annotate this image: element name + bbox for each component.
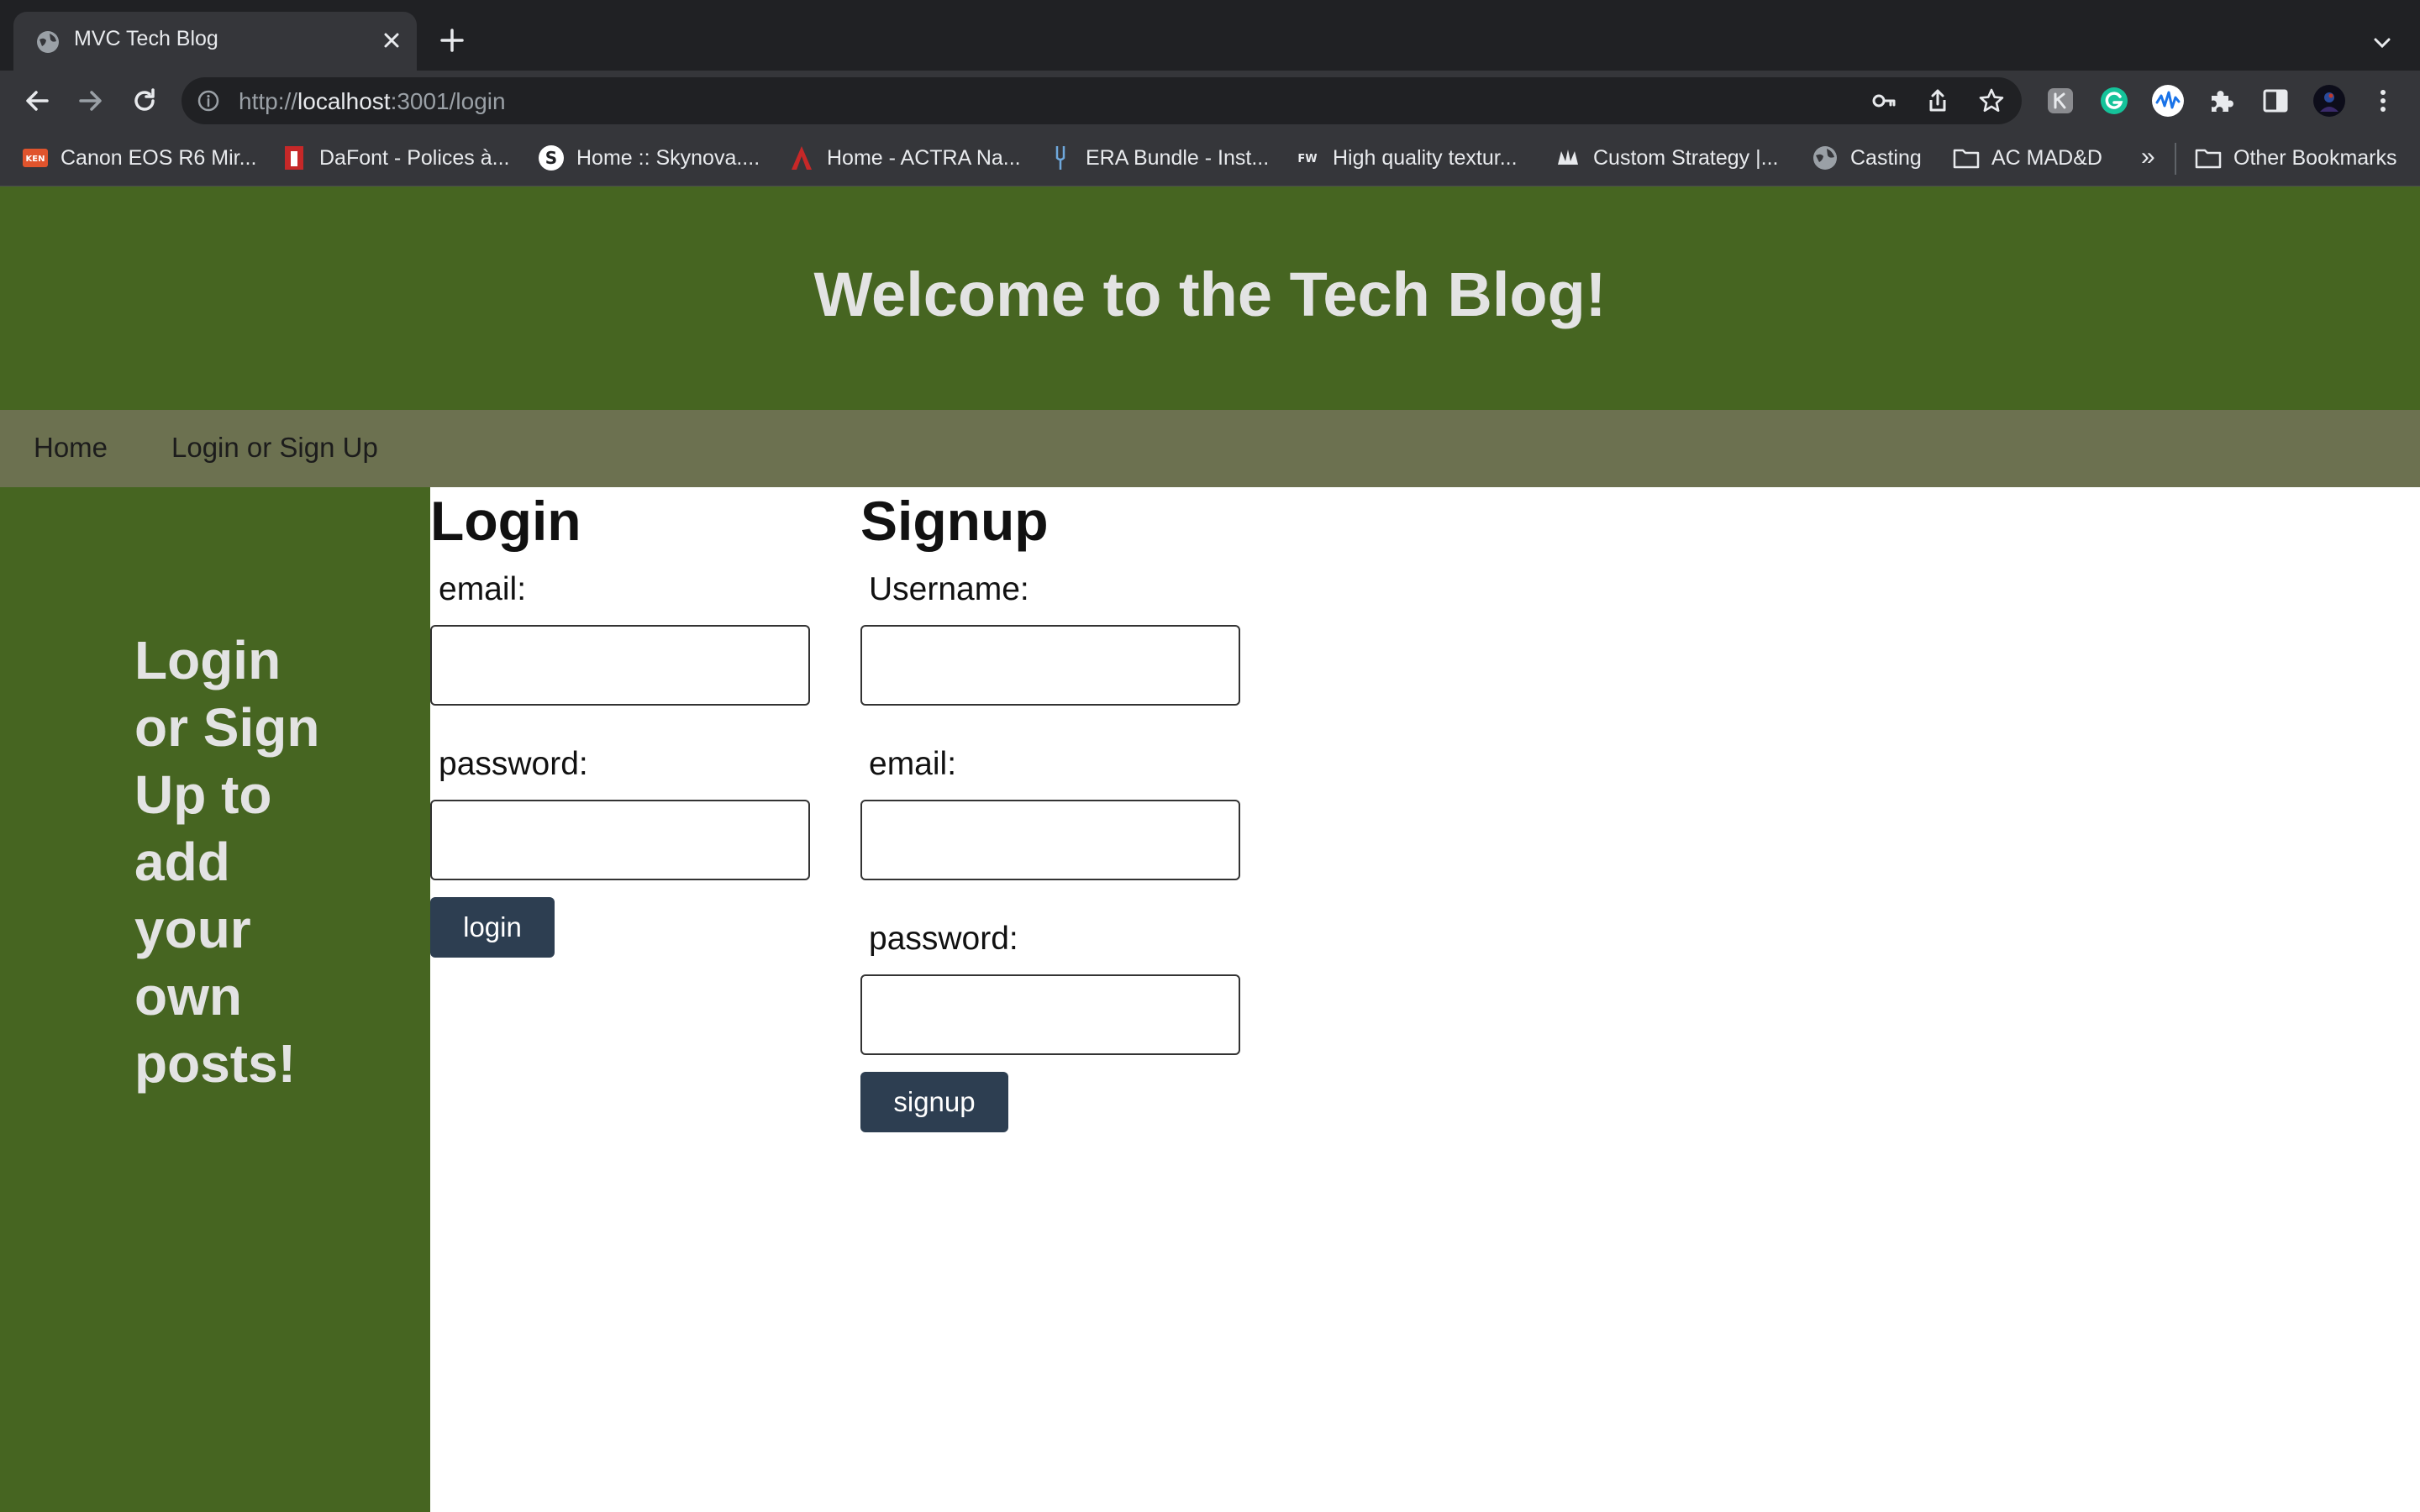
- svg-text:KEN: KEN: [26, 155, 45, 164]
- skynova-favicon: S: [539, 145, 564, 171]
- tab-title: MVC Tech Blog: [74, 27, 218, 50]
- bookmark-item[interactable]: S Home :: Skynova....: [538, 143, 760, 173]
- signup-email-label: email:: [869, 746, 957, 782]
- signup-password-input[interactable]: [860, 974, 1240, 1055]
- bookmark-label: DaFont - Polices à...: [319, 145, 510, 170]
- url-path: :3001/login: [390, 88, 506, 114]
- chevron-down-icon[interactable]: [2368, 29, 2396, 57]
- nav-link-login-signup[interactable]: Login or Sign Up: [171, 432, 378, 464]
- bookmark-label: Custom Strategy |...: [1593, 145, 1779, 170]
- login-button[interactable]: login: [430, 897, 555, 958]
- bookmark-item[interactable]: DaFont - Polices à...: [281, 143, 509, 173]
- bookmark-item[interactable]: FW High quality textur...: [1294, 143, 1518, 173]
- bookmarks-divider: [2175, 143, 2176, 175]
- signup-password-label: password:: [869, 921, 1018, 957]
- bookmark-item[interactable]: Casting: [1812, 143, 1922, 173]
- sidebar: Login or Sign Up to add your own posts!: [0, 487, 430, 1512]
- ken-favicon: KEN: [23, 149, 48, 167]
- side-panel-icon[interactable]: [2259, 84, 2292, 118]
- share-icon[interactable]: [1924, 87, 1951, 114]
- profile-avatar[interactable]: [2312, 84, 2346, 118]
- keyboard-extension-icon[interactable]: [2044, 84, 2077, 118]
- bookmark-item[interactable]: Custom Strategy |...: [1555, 143, 1778, 173]
- url-text[interactable]: http://localhost:3001/login: [239, 88, 506, 115]
- bookmark-item[interactable]: Home - ACTRA Na...: [788, 143, 1021, 173]
- dafont-favicon: [285, 146, 303, 170]
- bookmark-folder[interactable]: AC MAD&D: [1953, 143, 2102, 173]
- nav-link-home[interactable]: Home: [34, 432, 108, 464]
- signup-username-label: Username:: [869, 571, 1029, 607]
- bookmark-label: Home - ACTRA Na...: [827, 145, 1021, 170]
- svg-text:S: S: [545, 148, 557, 168]
- bookmark-label: High quality textur...: [1333, 145, 1518, 170]
- globe-icon: [37, 31, 59, 53]
- site-nav: Home Login or Sign Up: [0, 410, 2420, 487]
- bookmark-label: Casting: [1850, 145, 1922, 170]
- bookmark-label: ERA Bundle - Inst...: [1086, 145, 1270, 170]
- login-password-label: password:: [439, 746, 588, 782]
- forward-arrow-icon[interactable]: [74, 84, 108, 118]
- actra-favicon: [792, 146, 812, 170]
- svg-text:FW: FW: [1297, 153, 1317, 165]
- tuning-fork-favicon: [1055, 146, 1065, 170]
- fw-favicon: FW: [1297, 153, 1317, 165]
- back-arrow-icon[interactable]: [20, 84, 54, 118]
- address-bar[interactable]: http://localhost:3001/login: [182, 77, 2022, 124]
- audio-wave-extension-icon[interactable]: [2151, 84, 2185, 118]
- star-icon[interactable]: [1978, 87, 2005, 114]
- key-icon[interactable]: [1870, 87, 1897, 114]
- other-bookmarks-folder[interactable]: Other Bookmarks: [2195, 143, 2397, 173]
- more-menu-icon[interactable]: [2366, 84, 2400, 118]
- site-title: Welcome to the Tech Blog!: [813, 260, 1607, 329]
- folder-icon: [2195, 149, 2222, 169]
- login-password-input[interactable]: [430, 800, 810, 880]
- puzzle-icon[interactable]: [2205, 84, 2238, 118]
- bookmark-item[interactable]: KEN Canon EOS R6 Mir...: [22, 143, 256, 173]
- globe-icon: [1813, 146, 1837, 170]
- close-icon[interactable]: [376, 25, 407, 55]
- strategy-favicon: [1558, 150, 1578, 165]
- browser-toolbar: http://localhost:3001/login: [0, 71, 2420, 131]
- info-icon[interactable]: [197, 89, 220, 113]
- bookmark-label: Canon EOS R6 Mir...: [60, 145, 257, 170]
- url-host: localhost: [297, 88, 391, 114]
- bookmarks-overflow-button[interactable]: »: [2141, 143, 2155, 171]
- signup-heading: Signup: [860, 490, 1049, 552]
- login-heading: Login: [430, 490, 581, 552]
- folder-icon: [1953, 149, 1980, 169]
- signup-email-input[interactable]: [860, 800, 1240, 880]
- url-scheme: http://: [239, 88, 298, 114]
- signup-button[interactable]: signup: [860, 1072, 1008, 1132]
- bookmark-label: AC MAD&D: [1991, 145, 2102, 170]
- signup-username-input[interactable]: [860, 625, 1240, 706]
- grammarly-icon[interactable]: [2097, 84, 2131, 118]
- login-email-input[interactable]: [430, 625, 810, 706]
- site-header: Welcome to the Tech Blog!: [0, 186, 2420, 410]
- login-email-label: email:: [439, 571, 527, 607]
- browser-tabstrip: MVC Tech Blog: [0, 0, 2420, 71]
- sidebar-message: Login or Sign Up to add your own posts!: [134, 630, 320, 1094]
- browser-tab-active[interactable]: MVC Tech Blog: [13, 12, 417, 71]
- bookmark-label: Home :: Skynova....: [576, 145, 760, 170]
- page-viewport: Welcome to the Tech Blog! Home Login or …: [0, 186, 2420, 1512]
- bookmarks-bar: KEN Canon EOS R6 Mir... DaFont - Polices…: [0, 131, 2420, 186]
- bookmark-item[interactable]: ERA Bundle - Inst...: [1047, 143, 1269, 173]
- reload-icon[interactable]: [128, 84, 161, 118]
- plus-icon[interactable]: [437, 25, 467, 55]
- other-bookmarks-label: Other Bookmarks: [2233, 145, 2397, 170]
